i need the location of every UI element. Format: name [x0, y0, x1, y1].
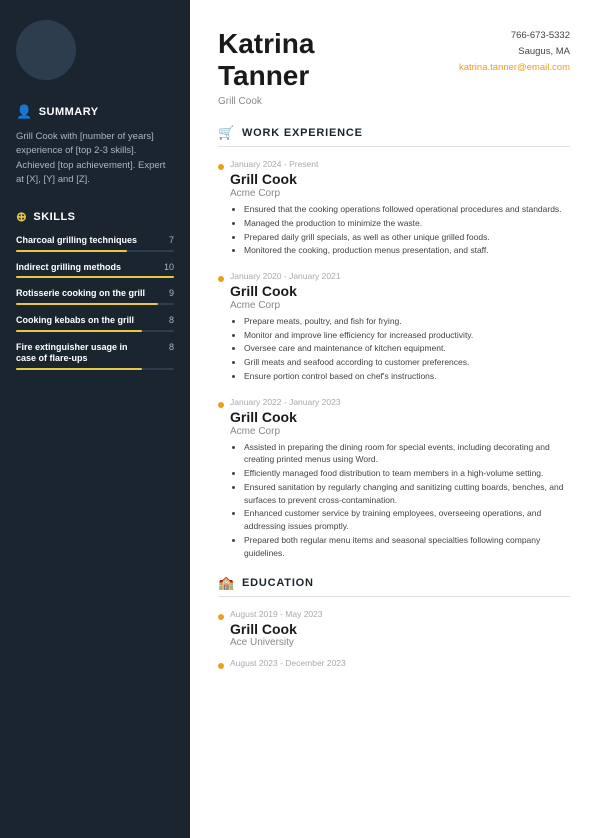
- job-title: Grill Cook: [230, 283, 570, 300]
- skill-name: Cooking kebabs on the grill: [16, 315, 134, 327]
- edu-school: Ace University: [230, 637, 570, 648]
- job-bullet: Efficiently managed food distribution to…: [244, 467, 570, 480]
- job-date: January 2024 - Present: [230, 159, 570, 169]
- skill-bar-fill: [16, 250, 127, 252]
- skill-name: Charcoal grilling techniques: [16, 235, 137, 247]
- job-bullet: Prepare meats, poultry, and fish for fry…: [244, 315, 570, 328]
- skill-bar-fill: [16, 303, 158, 305]
- education-list: August 2019 - May 2023 Grill Cook Ace Un…: [218, 609, 570, 668]
- edu-date: August 2023 - December 2023: [230, 658, 570, 668]
- skill-bar: [16, 303, 174, 305]
- summary-section-title: 👤 Summary: [16, 104, 174, 120]
- summary-icon: 👤: [16, 104, 33, 120]
- job-bullet: Monitored the cooking, production menus …: [244, 244, 570, 257]
- job-bullets: Assisted in preparing the dining room fo…: [230, 441, 570, 560]
- edu-entry: August 2019 - May 2023 Grill Cook Ace Un…: [218, 609, 570, 648]
- skills-icon: ⊕: [16, 209, 27, 225]
- job-bullets: Prepare meats, poultry, and fish for fry…: [230, 315, 570, 383]
- skill-item: Rotisserie cooking on the grill 9: [16, 288, 174, 305]
- job-bullet: Grill meats and seafood according to cus…: [244, 356, 570, 369]
- job-bullet: Enhanced customer service by training em…: [244, 507, 570, 533]
- job-bullet: Ensured that the cooking operations foll…: [244, 203, 570, 216]
- job-bullets: Ensured that the cooking operations foll…: [230, 203, 570, 257]
- skills-list: Charcoal grilling techniques 7 Indirect …: [16, 235, 174, 370]
- job-entry: January 2024 - Present Grill Cook Acme C…: [218, 159, 570, 257]
- edu-degree: Grill Cook: [230, 621, 570, 637]
- skill-bar-fill: [16, 368, 142, 370]
- briefcase-icon: 🛒: [218, 125, 235, 141]
- skill-bar: [16, 330, 174, 332]
- job-bullet: Prepared both regular menu items and sea…: [244, 534, 570, 560]
- header-row: Katrina Tanner Grill Cook 766-673-5332 S…: [218, 28, 570, 107]
- job-title: Grill Cook: [230, 171, 570, 188]
- job-date: January 2020 - January 2021: [230, 271, 570, 281]
- edu-date: August 2019 - May 2023: [230, 609, 570, 619]
- main-content: Katrina Tanner Grill Cook 766-673-5332 S…: [190, 0, 594, 838]
- skill-bar: [16, 250, 174, 252]
- skill-score: 7: [169, 235, 174, 245]
- header-name-block: Katrina Tanner Grill Cook: [218, 28, 314, 107]
- skill-name: Rotisserie cooking on the grill: [16, 288, 145, 300]
- job-bullet: Oversee care and maintenance of kitchen …: [244, 342, 570, 355]
- edu-entry: August 2023 - December 2023: [218, 658, 570, 668]
- summary-text: Grill Cook with [number of years] experi…: [16, 130, 174, 187]
- skill-bar-fill: [16, 330, 142, 332]
- job-bullet: Ensure portion control based on chef's i…: [244, 370, 570, 383]
- job-company: Acme Corp: [230, 426, 570, 437]
- avatar: [16, 20, 76, 80]
- education-section-title: 🏫 Education: [218, 575, 570, 597]
- job-bullet: Ensured sanitation by regularly changing…: [244, 481, 570, 507]
- job-bullet: Prepared daily grill specials, as well a…: [244, 231, 570, 244]
- skill-bar: [16, 276, 174, 278]
- skill-score: 9: [169, 288, 174, 298]
- skill-name: Indirect grilling methods: [16, 262, 121, 274]
- skills-section-title: ⊕ Skills: [16, 209, 174, 225]
- phone: 766-673-5332: [459, 28, 570, 44]
- skill-score: 8: [169, 315, 174, 325]
- candidate-title: Grill Cook: [218, 96, 314, 107]
- email: katrina.tanner@email.com: [459, 60, 570, 76]
- skill-score: 10: [164, 262, 174, 272]
- resume-container: 👤 Summary Grill Cook with [number of yea…: [0, 0, 594, 838]
- job-entry: January 2020 - January 2021 Grill Cook A…: [218, 271, 570, 383]
- skill-item: Charcoal grilling techniques 7: [16, 235, 174, 252]
- job-bullet: Monitor and improve line efficiency for …: [244, 329, 570, 342]
- skill-bar: [16, 368, 174, 370]
- contact-info: 766-673-5332 Saugus, MA katrina.tanner@e…: [459, 28, 570, 76]
- education-icon: 🏫: [218, 575, 235, 591]
- candidate-name: Katrina Tanner: [218, 28, 314, 92]
- job-date: January 2022 - January 2023: [230, 397, 570, 407]
- skill-item: Cooking kebabs on the grill 8: [16, 315, 174, 332]
- skill-name: Fire extinguisher usage in case of flare…: [16, 342, 146, 365]
- skill-bar-fill: [16, 276, 174, 278]
- work-experience-section-title: 🛒 Work Experience: [218, 125, 570, 147]
- job-company: Acme Corp: [230, 300, 570, 311]
- job-title: Grill Cook: [230, 409, 570, 426]
- skill-score: 8: [169, 342, 174, 352]
- job-entry: January 2022 - January 2023 Grill Cook A…: [218, 397, 570, 560]
- job-bullet: Assisted in preparing the dining room fo…: [244, 441, 570, 467]
- skill-item: Indirect grilling methods 10: [16, 262, 174, 279]
- job-company: Acme Corp: [230, 188, 570, 199]
- skill-item: Fire extinguisher usage in case of flare…: [16, 342, 174, 370]
- sidebar: 👤 Summary Grill Cook with [number of yea…: [0, 0, 190, 838]
- job-bullet: Managed the production to minimize the w…: [244, 217, 570, 230]
- location: Saugus, MA: [459, 44, 570, 60]
- jobs-list: January 2024 - Present Grill Cook Acme C…: [218, 159, 570, 559]
